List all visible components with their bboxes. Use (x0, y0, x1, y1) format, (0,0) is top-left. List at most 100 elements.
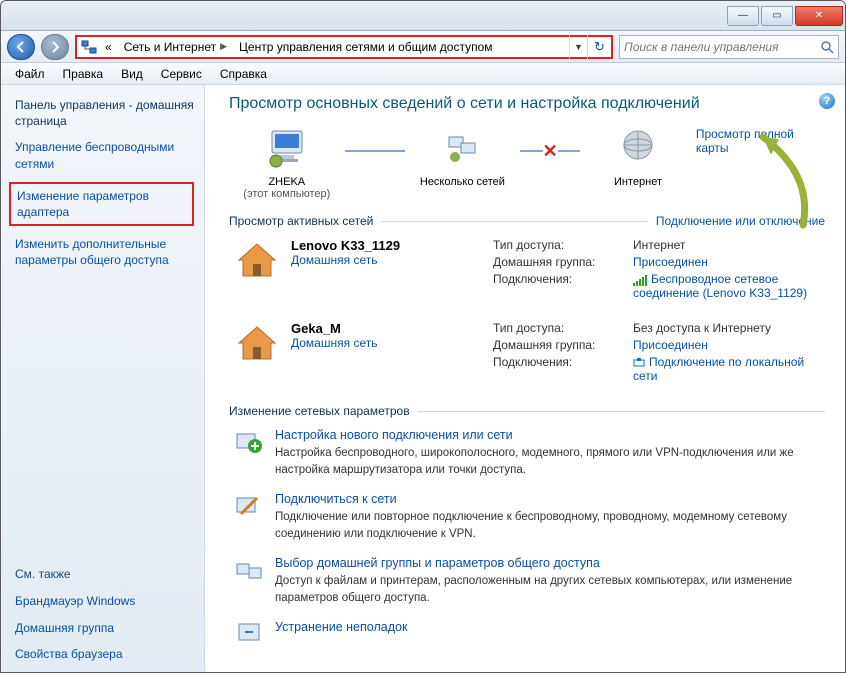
network-name: Geka_M (291, 321, 481, 336)
map-pc-sub: (этот компьютер) (229, 188, 345, 200)
connection-link[interactable]: Беспроводное сетевое соединение (Lenovo … (633, 272, 825, 300)
value-access: Без доступа к Интернету (633, 321, 825, 335)
map-internet: Интернет (580, 127, 696, 188)
connection-link[interactable]: Подключение по локальной сети (633, 355, 825, 383)
sidebar-homegroup[interactable]: Домашняя группа (15, 620, 194, 636)
menu-help[interactable]: Справка (212, 65, 275, 83)
value-access: Интернет (633, 238, 825, 252)
connect-disconnect-link[interactable]: Подключение или отключение (656, 214, 825, 228)
main-panel: ? Просмотр основных сведений о сети и на… (205, 85, 845, 672)
connect-icon (235, 492, 263, 520)
network-block-0: Lenovo K33_1129 Домашняя сеть Тип доступ… (229, 238, 825, 303)
menu-edit[interactable]: Правка (55, 65, 112, 83)
address-bar-highlight: « Сеть и Интернет▶ Центр управления сетя… (75, 35, 613, 59)
search-box[interactable] (619, 35, 839, 59)
network-center-icon (81, 39, 97, 55)
connection-broken-icon: ✕ (543, 141, 558, 162)
back-button[interactable] (7, 34, 35, 60)
breadcrumb-current[interactable]: Центр управления сетями и общим доступом (235, 40, 497, 54)
network-type-link[interactable]: Домашняя сеть (291, 336, 481, 350)
sidebar-home[interactable]: Панель управления - домашняя страница (15, 97, 194, 129)
close-button[interactable]: ✕ (795, 6, 843, 26)
label-connections: Подключения: (493, 272, 633, 300)
network-map: ZHEKA (этот компьютер) Несколько сетей ✕… (229, 127, 825, 200)
arrow-right-icon (49, 41, 61, 53)
setting-title[interactable]: Подключиться к сети (275, 492, 825, 506)
address-bar[interactable]: « Сеть и Интернет▶ Центр управления сетя… (77, 37, 569, 57)
menu-file[interactable]: Файл (7, 65, 53, 83)
globe-icon (617, 127, 659, 169)
window: — ▭ ✕ « Сеть и Интернет▶ Центр управлени… (0, 0, 846, 673)
homegroup-link[interactable]: Присоединен (633, 338, 825, 352)
active-networks-label: Просмотр активных сетей (229, 214, 373, 228)
homegroup-icon (235, 556, 263, 584)
sidebar-advanced[interactable]: Изменить дополнительные параметры общего… (15, 236, 194, 268)
setting-new-connection: Настройка нового подключения или сети На… (229, 428, 825, 478)
label-access: Тип доступа: (493, 238, 633, 252)
help-button[interactable]: ? (819, 93, 835, 109)
setting-connect: Подключиться к сети Подключение или повт… (229, 492, 825, 542)
content: Панель управления - домашняя страница Уп… (1, 85, 845, 672)
wifi-bars-icon (633, 274, 647, 286)
setting-desc: Доступ к файлам и принтерам, расположенн… (275, 575, 792, 604)
sidebar: Панель управления - домашняя страница Уп… (1, 85, 205, 672)
map-multi-label: Несколько сетей (405, 176, 521, 188)
refresh-button[interactable]: ↻ (587, 35, 611, 59)
network-type-link[interactable]: Домашняя сеть (291, 253, 481, 267)
sidebar-adapter-highlight[interactable]: Изменение параметров адаптера (9, 182, 194, 226)
setting-troubleshoot: Устранение неполадок (229, 620, 825, 648)
search-input[interactable] (624, 40, 820, 54)
page-title: Просмотр основных сведений о сети и наст… (229, 95, 825, 113)
maximize-button[interactable]: ▭ (761, 6, 793, 26)
computer-icon (266, 127, 308, 169)
sidebar-firewall[interactable]: Брандмауэр Windows (15, 593, 194, 609)
network-name: Lenovo K33_1129 (291, 238, 481, 253)
arrow-left-icon (15, 41, 27, 53)
setting-title[interactable]: Настройка нового подключения или сети (275, 428, 825, 442)
new-connection-icon (235, 428, 263, 456)
full-map-link[interactable]: Просмотр полной карты (696, 127, 825, 155)
forward-button[interactable] (41, 34, 69, 60)
address-dropdown[interactable]: ▼ (569, 35, 587, 59)
nav-toolbar: « Сеть и Интернет▶ Центр управления сетя… (1, 31, 845, 63)
home-network-icon (235, 321, 279, 365)
address-bar-buttons: ▼ ↻ (569, 35, 611, 59)
label-access: Тип доступа: (493, 321, 633, 335)
menu-view[interactable]: Вид (113, 65, 151, 83)
label-homegroup: Домашняя группа: (493, 338, 633, 352)
titlebar: — ▭ ✕ (1, 1, 845, 31)
menu-bar: Файл Правка Вид Сервис Справка (1, 63, 845, 85)
sidebar-wireless[interactable]: Управление беспроводными сетями (15, 139, 194, 171)
active-networks-header: Просмотр активных сетей Подключение или … (229, 214, 825, 228)
map-conn-2: ✕ (520, 135, 580, 167)
menu-tools[interactable]: Сервис (153, 65, 210, 83)
map-conn-1 (345, 135, 405, 167)
chevron-right-icon: ▶ (220, 41, 227, 52)
networks-icon (441, 127, 483, 169)
window-controls: — ▭ ✕ (727, 6, 845, 26)
sidebar-browser[interactable]: Свойства браузера (15, 646, 194, 662)
network-block-1: Geka_M Домашняя сеть Тип доступа:Без дос… (229, 321, 825, 386)
setting-desc: Настройка беспроводного, широкополосного… (275, 447, 794, 476)
label-homegroup: Домашняя группа: (493, 255, 633, 269)
setting-desc: Подключение или повторное подключение к … (275, 511, 787, 540)
map-networks: Несколько сетей (405, 127, 521, 188)
search-icon (820, 40, 834, 54)
setting-title[interactable]: Выбор домашней группы и параметров общег… (275, 556, 825, 570)
change-settings-label: Изменение сетевых параметров (229, 404, 410, 418)
troubleshoot-icon (235, 620, 263, 648)
breadcrumb-prefix: « (101, 40, 116, 54)
homegroup-link[interactable]: Присоединен (633, 255, 825, 269)
sidebar-seealso-header: См. также (15, 567, 194, 581)
setting-title[interactable]: Устранение неполадок (275, 620, 407, 634)
change-settings-header: Изменение сетевых параметров (229, 404, 825, 418)
ethernet-icon (633, 357, 645, 369)
setting-homegroup: Выбор домашней группы и параметров общег… (229, 556, 825, 606)
minimize-button[interactable]: — (727, 6, 759, 26)
breadcrumb-network[interactable]: Сеть и Интернет▶ (120, 40, 231, 54)
label-connections: Подключения: (493, 355, 633, 383)
map-this-pc: ZHEKA (этот компьютер) (229, 127, 345, 200)
home-network-icon (235, 238, 279, 282)
map-pc-name: ZHEKA (229, 176, 345, 188)
map-internet-label: Интернет (580, 176, 696, 188)
